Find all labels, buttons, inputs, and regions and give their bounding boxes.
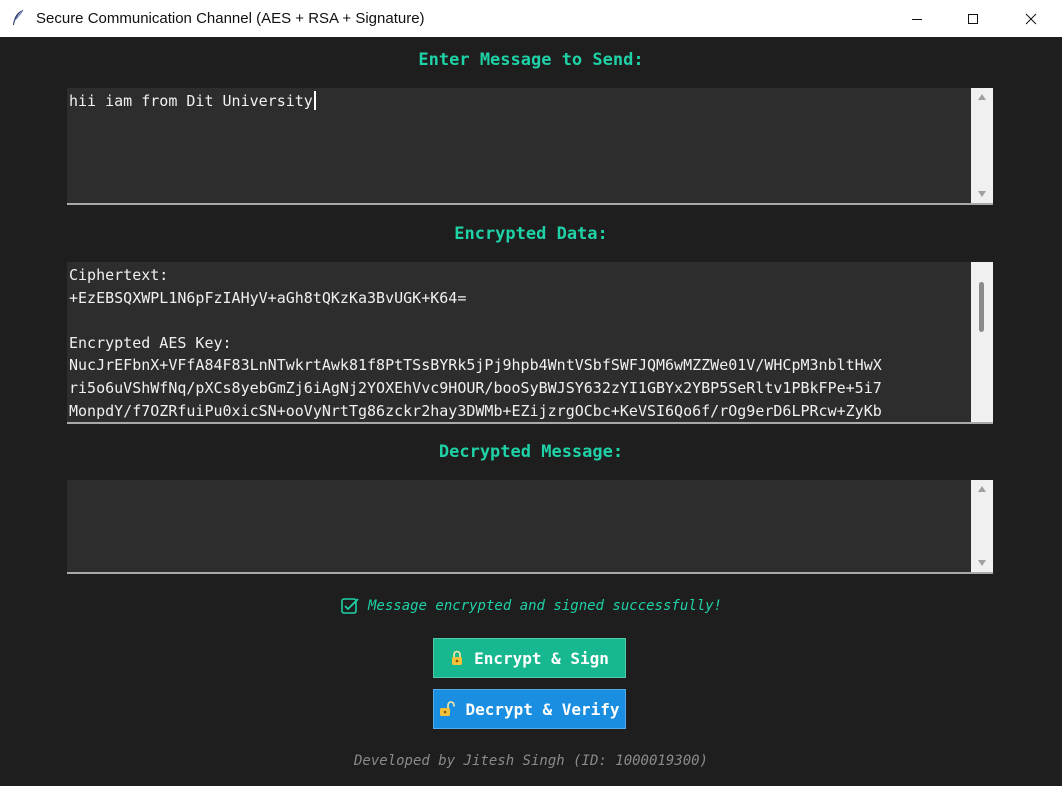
close-icon — [1025, 13, 1037, 24]
encrypted-line: ri5o6uVShWfNq/pXCs8yebGmZj6iAgNj2YOXEhVv… — [69, 378, 882, 397]
footer-credit: Developed by Jitesh Singh (ID: 100001930… — [353, 753, 708, 769]
encrypted-line: MonpdY/f7OZRfuiPu0xicSN+ooVyNrtTg86zckr2… — [69, 401, 882, 420]
encrypt-sign-label: Encrypt & Sign — [474, 648, 609, 668]
minimize-icon — [912, 18, 922, 20]
window-title: Secure Communication Channel (AES + RSA … — [36, 10, 425, 27]
encrypted-scrollbar[interactable] — [971, 262, 993, 422]
scroll-down-arrow-icon[interactable] — [971, 185, 993, 203]
message-input[interactable]: hii iam from Dit University — [67, 88, 993, 205]
checkbox-checked-icon — [341, 598, 359, 614]
message-scrollbar[interactable] — [971, 88, 993, 203]
feather-icon — [13, 9, 24, 25]
encrypted-line: NucJrEFbnX+VFfA84F83LnNTwkrtAwk81f8PtTSs… — [69, 356, 882, 375]
maximize-button[interactable] — [946, 0, 1000, 37]
encrypted-line: +EzEBSQXWPL1N6pFzIAHyV+aGh8tQKzKa3BvUGK+… — [69, 288, 467, 307]
close-button[interactable] — [1004, 0, 1058, 37]
scroll-thumb[interactable] — [979, 282, 984, 332]
decrypted-scrollbar[interactable] — [971, 480, 993, 572]
scroll-down-arrow-icon[interactable] — [971, 554, 993, 572]
message-text: hii iam from Dit University — [69, 92, 313, 110]
unlock-icon — [440, 701, 456, 716]
minimize-button[interactable] — [890, 0, 944, 37]
text-caret — [313, 91, 316, 110]
main-window: Enter Message to Send: hii iam from Dit … — [0, 37, 1062, 786]
lock-icon — [452, 650, 463, 665]
encrypted-output-content[interactable]: Ciphertext: +EzEBSQXWPL1N6pFzIAHyV+aGh8tQ… — [69, 264, 971, 422]
title-bar: Secure Communication Channel (AES + RSA … — [0, 0, 1062, 37]
encrypted-line: Ciphertext: — [69, 266, 169, 284]
encrypted-heading: Encrypted Data: — [454, 224, 608, 244]
status-message: Message encrypted and signed successfull… — [0, 597, 1062, 615]
decrypt-verify-button[interactable]: Decrypt & Verify — [433, 689, 626, 729]
decrypted-output-content[interactable] — [69, 482, 971, 572]
decrypted-output[interactable] — [67, 480, 993, 574]
encrypted-line: Encrypted AES Key: — [69, 333, 232, 352]
message-input-content[interactable]: hii iam from Dit University — [69, 90, 971, 203]
send-heading: Enter Message to Send: — [418, 50, 644, 70]
maximize-icon — [968, 13, 978, 24]
decrypted-heading: Decrypted Message: — [438, 442, 624, 462]
encrypt-sign-button[interactable]: Encrypt & Sign — [433, 638, 626, 678]
decrypt-verify-label: Decrypt & Verify — [465, 699, 620, 719]
scroll-up-arrow-icon[interactable] — [971, 88, 993, 106]
status-text: Message encrypted and signed successfull… — [367, 598, 722, 614]
scroll-up-arrow-icon[interactable] — [971, 480, 993, 498]
encrypted-line — [69, 309, 971, 332]
encrypted-output[interactable]: Ciphertext: +EzEBSQXWPL1N6pFzIAHyV+aGh8tQ… — [67, 262, 993, 424]
